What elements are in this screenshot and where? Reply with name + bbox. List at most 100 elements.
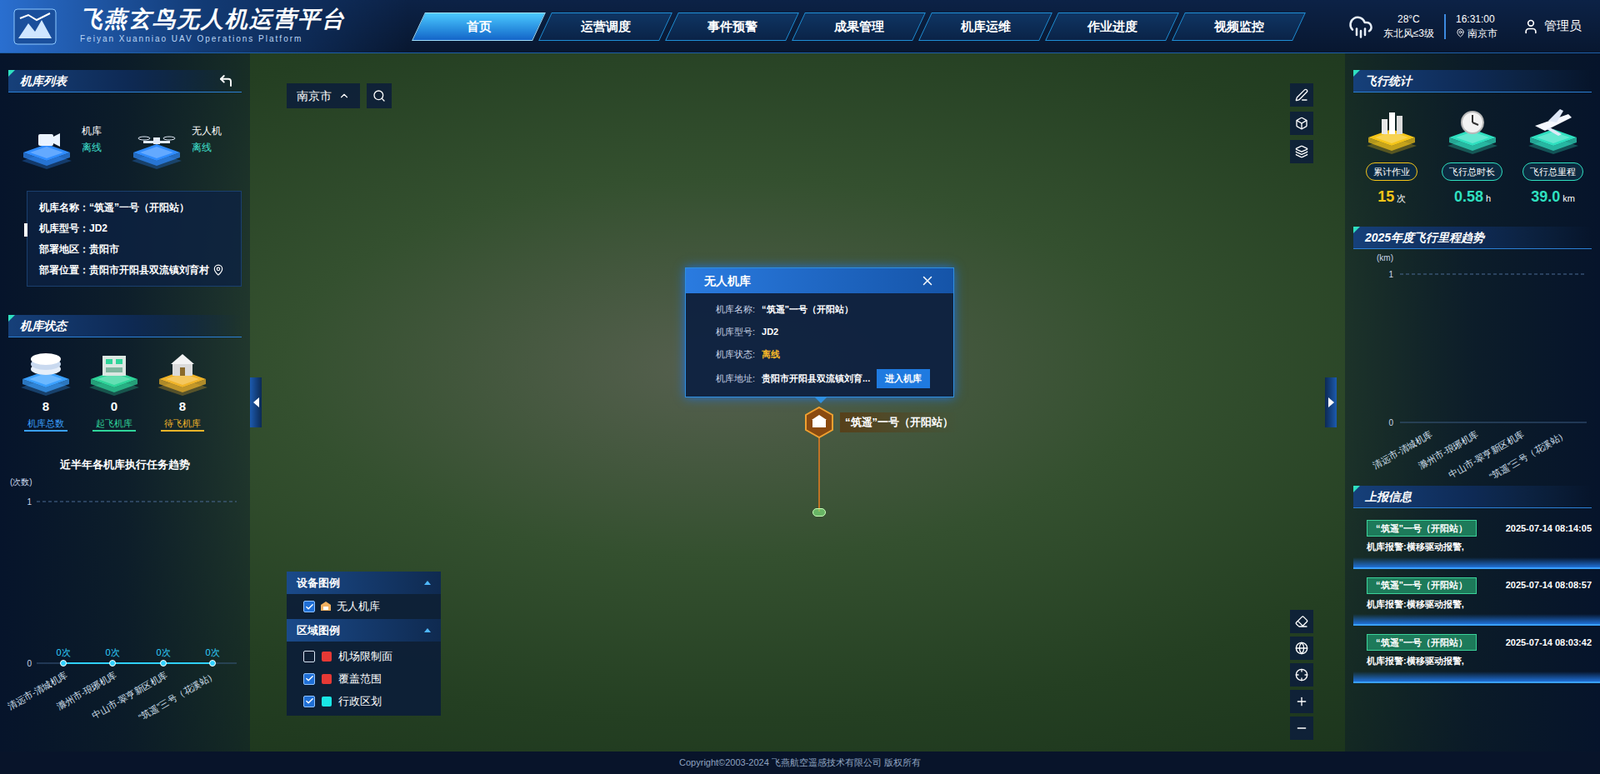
hangar-popup: 无人机库机库名称:“筑遥”一号（开阳站）机库型号:JD2机库状态:离线机库地址:…	[685, 267, 955, 398]
report-message: 机库报警:横移驱动报警,	[1345, 540, 1600, 555]
svg-text:0次: 0次	[205, 647, 220, 658]
map-tool-button[interactable]	[1290, 610, 1314, 634]
arrow-left-icon	[253, 397, 260, 408]
tool-icon	[1295, 145, 1309, 159]
map-tool-button[interactable]	[1290, 690, 1314, 714]
tool-icon	[1295, 695, 1309, 709]
info-row: 部署地区：贵阳市	[39, 241, 230, 257]
report-list: “筑遥”一号（开阳站）2025-07-14 08:14:05机库报警:横移驱动报…	[1345, 520, 1600, 684]
search-icon	[372, 89, 386, 103]
report-item[interactable]: “筑遥”一号（开阳站）2025-07-14 08:14:05机库报警:横移驱动报…	[1345, 520, 1600, 570]
device-icon	[130, 122, 184, 170]
header-corner-icon	[8, 315, 15, 322]
section-title: 上报信息	[1365, 488, 1412, 506]
info-row: 部署位置：贵阳市开阳县双流镇刘育村	[39, 262, 230, 278]
chart-point	[210, 660, 216, 666]
nav-tab[interactable]: 事件预警	[665, 12, 800, 41]
map-tools-bottom	[1290, 610, 1314, 740]
checkbox[interactable]	[303, 600, 315, 613]
search-button[interactable]	[366, 83, 392, 109]
svg-text:“筑遥”三号（花溪站）: “筑遥”三号（花溪站）	[136, 669, 219, 723]
legend-swatch	[321, 696, 332, 707]
tool-icon	[1295, 116, 1309, 130]
svg-text:“筑遥”三号（花溪站）: “筑遥”三号（花溪站）	[1487, 428, 1570, 482]
city-select[interactable]: 南京市	[286, 83, 360, 109]
checkbox[interactable]	[303, 695, 315, 708]
back-icon[interactable]	[218, 73, 234, 89]
checkbox[interactable]	[303, 673, 315, 685]
status-icon	[87, 349, 141, 396]
left-panel: 机库列表机库离线无人机离线机库名称：“筑遥”一号（开阳站）机库型号：JD2部署地…	[0, 53, 250, 752]
device-item: 无人机离线	[130, 122, 234, 170]
stat-value: 39.0km	[1530, 185, 1575, 209]
section-header: 机库列表	[8, 70, 242, 93]
svg-text:0: 0	[26, 659, 32, 669]
popup-header: 无人机库	[685, 268, 954, 294]
stat-value: 0.58h	[1454, 185, 1491, 209]
legend-item: 覆盖范围	[286, 667, 441, 690]
chart-point	[60, 660, 67, 666]
nav-tab[interactable]: 视频监控	[1171, 12, 1306, 41]
map-canvas: 南京市无人机库机库名称:“筑遥”一号（开阳站）机库型号:JD2机库状态:离线机库…	[250, 53, 1345, 752]
nav-tab[interactable]: 成果管理	[791, 12, 926, 41]
tool-icon	[1295, 668, 1309, 682]
collapse-icon[interactable]	[424, 628, 431, 633]
tool-icon	[1295, 641, 1309, 655]
section-header: 2025年度飞行里程趋势	[1353, 226, 1592, 250]
report-source: “筑遥”一号（开阳站）	[1366, 634, 1477, 651]
legend-item: 行政区划	[286, 690, 441, 713]
main-nav: 首页运营调度事件预警成果管理机库运维作业进度视频监控	[418, 12, 1300, 41]
header-corner-icon	[1353, 70, 1360, 77]
tool-icon	[1295, 721, 1309, 735]
device-item: 机库离线	[20, 122, 124, 170]
popup-field: 机库地址:贵阳市开阳县双流镇刘育...进入机库	[715, 369, 924, 389]
ground-dot	[812, 508, 826, 517]
map-tool-button[interactable]	[1290, 83, 1314, 107]
stat-item: 累计作业15次	[1353, 107, 1430, 209]
clock: 16:31:00南京市	[1455, 12, 1498, 41]
section-title: 机库状态	[20, 317, 67, 335]
popup-field: 机库名称:“筑遥”一号（开阳站）	[715, 301, 924, 317]
right-collapse-tab[interactable]	[1325, 377, 1337, 428]
svg-text:1: 1	[1388, 270, 1394, 280]
collapse-icon[interactable]	[424, 580, 431, 585]
popup-field: 机库状态:离线	[715, 346, 924, 362]
left-collapse-tab[interactable]	[250, 377, 262, 428]
legend-item: 无人机库	[286, 594, 441, 620]
map-tool-button[interactable]	[1290, 636, 1314, 660]
city-search: 南京市	[286, 83, 392, 109]
status-item: 8机库总数	[16, 349, 75, 432]
user-menu[interactable]: 管理员	[1522, 16, 1582, 36]
svg-text:(km): (km)	[1376, 253, 1394, 263]
hangar-marker[interactable]: “筑遥”一号（开阳站）	[803, 406, 959, 439]
checkbox[interactable]	[303, 650, 315, 663]
report-item[interactable]: “筑遥”一号（开阳站）2025-07-14 08:03:42机库报警:横移驱动报…	[1345, 634, 1600, 684]
footer: Copyright©2003-2024 飞燕航空遥感技术有限公司 版权所有	[0, 751, 1600, 774]
legend-header: 区域图例	[286, 619, 441, 642]
report-item[interactable]: “筑遥”一号（开阳站）2025-07-14 08:08:57机库报警:横移驱动报…	[1345, 577, 1600, 627]
logo-icon	[13, 8, 57, 45]
check-icon	[305, 602, 315, 612]
right-panel: 飞行统计累计作业15次飞行总时长0.58h飞行总里程39.0km2025年度飞行…	[1345, 53, 1600, 752]
report-message: 机库报警:横移驱动报警,	[1345, 597, 1600, 612]
enter-hangar-button[interactable]: 进入机库	[876, 369, 930, 389]
map-tool-button[interactable]	[1290, 111, 1314, 135]
app-title: 飞燕玄鸟无人机运营平台	[80, 7, 346, 33]
nav-tab[interactable]: 作业进度	[1045, 12, 1180, 41]
info-row: 机库名称：“筑遥”一号（开阳站）	[39, 200, 230, 215]
status-icon	[19, 349, 73, 396]
stat-value: 15次	[1377, 185, 1406, 209]
svg-text:1: 1	[26, 497, 32, 507]
section-header: 飞行统计	[1353, 70, 1592, 93]
nav-tab[interactable]: 首页	[411, 12, 546, 41]
location-icon[interactable]	[212, 264, 225, 276]
mileage-chart: (km)10清远市-清城机库滁州市-琅琊机库中山市-翠亨新区机库“筑遥”三号（花…	[1345, 249, 1600, 486]
nav-tab[interactable]: 机库运维	[918, 12, 1053, 41]
top-bar: 飞燕玄鸟无人机运营平台Feiyan Xuanniao UAV Operation…	[0, 0, 1600, 54]
map-tool-button[interactable]	[1290, 663, 1314, 687]
map-tool-button[interactable]	[1290, 140, 1314, 164]
map-tool-button[interactable]	[1290, 716, 1314, 740]
nav-tab[interactable]: 运营调度	[538, 12, 673, 41]
check-icon	[305, 696, 315, 706]
close-button[interactable]	[920, 273, 935, 289]
